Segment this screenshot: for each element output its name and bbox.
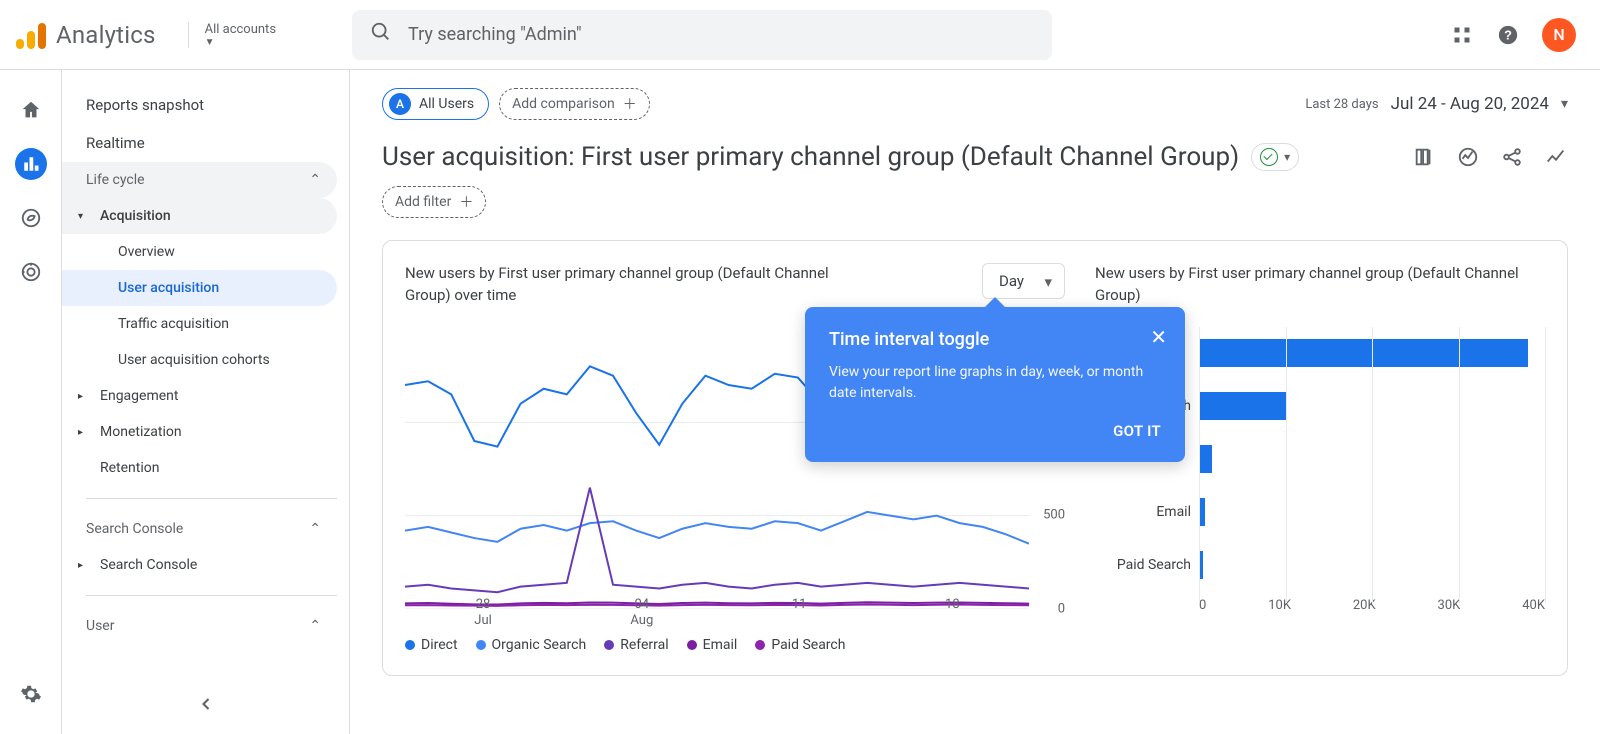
- nav-reports-snapshot[interactable]: Reports snapshot: [62, 86, 337, 124]
- svg-text:?: ?: [1504, 27, 1512, 42]
- search-icon: [370, 21, 392, 48]
- bar-chart-title: New users by First user primary channel …: [1095, 263, 1545, 307]
- nav-retention[interactable]: ▸ Retention: [62, 450, 337, 486]
- legend-paid[interactable]: Paid Search: [755, 637, 845, 653]
- nav-section-search-console[interactable]: Search Console ⌃: [62, 511, 337, 547]
- line-chart-panel: New users by First user primary channel …: [405, 263, 1065, 653]
- product-name: Analytics: [56, 21, 156, 49]
- line-chart-title: New users by First user primary channel …: [405, 263, 865, 307]
- left-nav: Reports snapshot Realtime Life cycle ⌃ ▾…: [62, 70, 350, 734]
- popover-close-button[interactable]: ✕: [1150, 325, 1167, 349]
- nav-acq-user-acquisition[interactable]: User acquisition: [62, 270, 337, 306]
- nav-realtime[interactable]: Realtime: [62, 124, 337, 162]
- chip-add-filter[interactable]: Add filter ＋: [382, 186, 486, 218]
- nav-monetization[interactable]: ▸ Monetization: [62, 414, 337, 450]
- time-interval-popover: ✕ Time interval toggle View your report …: [805, 307, 1185, 462]
- rail-advertising-icon[interactable]: [15, 256, 47, 288]
- triangle-right-icon: ▸: [78, 427, 90, 438]
- popover-gotit-button[interactable]: GOT IT: [1113, 422, 1161, 440]
- rail-explore-icon[interactable]: [15, 202, 47, 234]
- chevron-down-icon: ▼: [205, 37, 276, 48]
- help-icon[interactable]: ?: [1496, 23, 1520, 47]
- chevron-up-icon: ⌃: [309, 172, 321, 188]
- bar-row: Paid Search: [1095, 539, 1545, 592]
- popover-body: View your report line graphs in day, wee…: [829, 362, 1161, 404]
- nav-rail: [0, 70, 62, 734]
- account-switcher[interactable]: All accounts ▼: [188, 22, 276, 48]
- pill-label: Last 28 days: [1305, 97, 1378, 112]
- plus-icon: ＋: [459, 192, 473, 212]
- nav-acquisition[interactable]: ▾ Acquisition: [62, 198, 337, 234]
- chevron-up-icon: ⌃: [309, 521, 321, 537]
- page-title: User acquisition: First user primary cha…: [382, 142, 1239, 172]
- top-actions: ? N: [1450, 18, 1576, 52]
- trend-icon[interactable]: [1544, 145, 1568, 169]
- chart-card: New users by First user primary channel …: [382, 240, 1568, 676]
- rail-reports-icon[interactable]: [15, 148, 47, 180]
- search-placeholder: Try searching "Admin": [408, 24, 582, 45]
- legend-email[interactable]: Email: [687, 637, 738, 653]
- avatar[interactable]: N: [1542, 18, 1576, 52]
- time-interval-select[interactable]: Day: [982, 263, 1065, 299]
- title-actions: [1412, 145, 1568, 169]
- search-box[interactable]: Try searching "Admin": [352, 10, 1052, 60]
- chevron-up-icon: ⌃: [309, 618, 321, 634]
- bar-row: Email: [1095, 486, 1545, 539]
- legend-referral[interactable]: Referral: [604, 637, 668, 653]
- nav-engagement[interactable]: ▸ Engagement: [62, 378, 337, 414]
- status-chip[interactable]: ▾: [1251, 143, 1299, 171]
- triangle-right-icon: ▸: [78, 391, 90, 402]
- check-circle-icon: [1260, 148, 1278, 166]
- customize-columns-icon[interactable]: [1412, 145, 1436, 169]
- chevron-down-icon: ▾: [1561, 96, 1568, 112]
- legend-direct[interactable]: Direct: [405, 637, 458, 653]
- nav-acq-traffic-acquisition[interactable]: Traffic acquisition: [62, 306, 337, 342]
- legend-organic[interactable]: Organic Search: [476, 637, 587, 653]
- nav-acq-user-acq-cohorts[interactable]: User acquisition cohorts: [62, 342, 337, 378]
- nav-section-life-cycle[interactable]: Life cycle ⌃: [62, 162, 337, 198]
- triangle-right-icon: ▸: [78, 560, 90, 571]
- nav-collapse-button[interactable]: [188, 686, 224, 722]
- plus-icon: ＋: [623, 94, 637, 114]
- date-range-picker[interactable]: Last 28 days Jul 24 - Aug 20, 2024 ▾: [1305, 94, 1568, 114]
- chip-add-comparison[interactable]: Add comparison ＋: [499, 88, 650, 120]
- title-row: User acquisition: First user primary cha…: [382, 142, 1568, 172]
- triangle-down-icon: ▾: [78, 211, 90, 222]
- chip-all-users[interactable]: A All Users: [382, 88, 489, 120]
- nav-search-console-item[interactable]: ▸ Search Console: [62, 547, 337, 583]
- main-content: A All Users Add comparison ＋ Last 28 day…: [350, 70, 1600, 734]
- comparison-chips-row: A All Users Add comparison ＋ Last 28 day…: [382, 88, 1568, 120]
- popover-title: Time interval toggle: [829, 329, 1161, 350]
- line-chart-legend: Direct Organic Search Referral Email Pai…: [405, 637, 1065, 653]
- insights-icon[interactable]: [1456, 145, 1480, 169]
- rail-settings-icon[interactable]: [15, 678, 47, 710]
- product-logo[interactable]: Analytics: [16, 21, 156, 49]
- nav-acq-overview[interactable]: Overview: [62, 234, 337, 270]
- apps-icon[interactable]: [1450, 23, 1474, 47]
- share-icon[interactable]: [1500, 145, 1524, 169]
- topbar: Analytics All accounts ▼ Try searching "…: [0, 0, 1600, 70]
- nav-section-user[interactable]: User ⌃: [62, 608, 337, 644]
- chevron-down-icon: ▾: [1284, 150, 1290, 164]
- account-label: All accounts: [205, 22, 276, 37]
- analytics-logo-icon: [16, 21, 46, 49]
- rail-home-icon[interactable]: [15, 94, 47, 126]
